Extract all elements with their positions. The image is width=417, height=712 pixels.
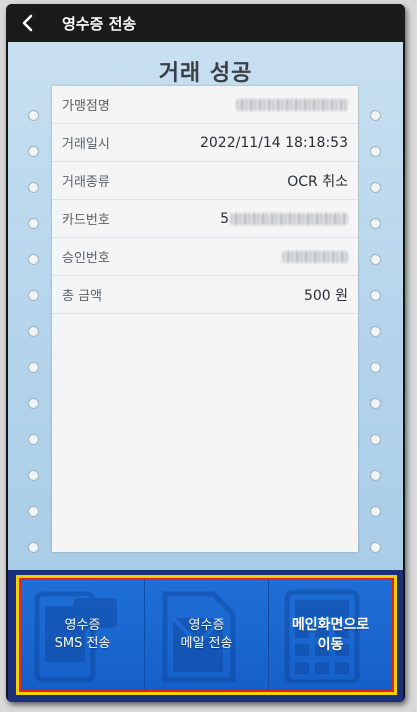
button-label-line2: 이동 [317, 637, 344, 653]
button-label-line2: SMS 전송 [54, 636, 111, 651]
button-label-line2: 메일 전송 [180, 636, 233, 651]
masked-value [236, 98, 348, 111]
page-title: 영수증 전송 [62, 14, 137, 33]
row-label: 승인번호 [62, 251, 110, 266]
masked-value [282, 250, 348, 263]
action-buttons: 영수증 SMS 전송 영수증 메일 전송 메인화면으로 이동 [21, 580, 392, 690]
receipt-row-datetime: 거래일시 2022/11/14 18:18:53 [52, 124, 358, 162]
button-label-line1: 메인화면으로 [291, 617, 370, 633]
row-label: 거래종류 [62, 175, 110, 190]
email-receipt-button[interactable]: 영수증 메일 전송 [145, 580, 269, 690]
row-label: 총 금액 [62, 289, 103, 304]
row-value: 500 원 [303, 287, 348, 304]
button-label-line1: 영수증 [188, 618, 225, 633]
action-button-area: 영수증 SMS 전송 영수증 메일 전송 메인화면으로 이동 [8, 570, 403, 702]
transaction-result-title: 거래 성공 [158, 61, 253, 86]
receipt-paper: 가맹점명 거래일시 2022/11/14 18:18:53 거래종류 OCR 취… [52, 86, 358, 552]
row-label: 카드번호 [62, 213, 110, 228]
row-label: 가맹점명 [62, 99, 110, 114]
receipt-row-approval: 승인번호 [52, 238, 358, 276]
email-receipt-label: 영수증 메일 전송 [181, 617, 233, 653]
phone-screen: 영수증 전송 거래 성공 가맹점명 거래일시 2022/11/14 18:18:… [6, 4, 405, 702]
receipt-row-type: 거래종류 OCR 취소 [52, 162, 358, 200]
receipt-row-card-number: 카드번호 5 [52, 200, 358, 238]
row-value: 2022/11/14 18:18:53 [199, 134, 348, 151]
perforation-left [28, 110, 42, 578]
sms-receipt-label: 영수증 SMS 전송 [55, 617, 111, 653]
receipt-screen: 거래 성공 가맹점명 거래일시 2022/11/14 18:18:53 거래종류 [8, 42, 403, 570]
main-screen-button[interactable]: 메인화면으로 이동 [269, 580, 392, 690]
sms-receipt-button[interactable]: 영수증 SMS 전송 [21, 580, 145, 690]
receipt-row-merchant: 가맹점명 [52, 86, 358, 124]
top-bar: 영수증 전송 [6, 4, 405, 42]
row-label: 거래일시 [62, 137, 110, 152]
masked-value [230, 212, 348, 225]
row-value: 5 [220, 210, 229, 227]
receipt-row-total: 총 금액 500 원 [52, 276, 358, 314]
card-number-value: 5 [220, 211, 348, 227]
back-button[interactable] [6, 4, 50, 42]
perforation-right [370, 110, 384, 578]
main-screen-label: 메인화면으로 이동 [292, 615, 369, 655]
chevron-left-icon [22, 14, 33, 32]
button-label-line1: 영수증 [64, 618, 101, 633]
row-value: OCR 취소 [287, 173, 348, 190]
